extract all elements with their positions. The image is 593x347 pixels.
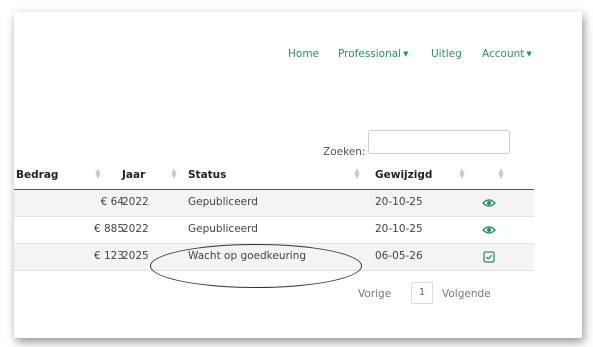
- navbar: Home Professional ▼ Uitleg Account ▼: [14, 48, 582, 64]
- cell-gewijzigd: 20-10-25: [375, 223, 423, 235]
- eye-icon[interactable]: [482, 196, 496, 210]
- sort-icon[interactable]: ▲ ▼: [497, 168, 505, 180]
- cell-jaar: 2025: [122, 250, 149, 262]
- column-header-gewijzigd[interactable]: Gewijzigd: [375, 169, 432, 181]
- edit-check-icon[interactable]: [482, 250, 496, 264]
- row-divider: [14, 270, 534, 271]
- sort-icon[interactable]: ▲ ▼: [170, 168, 178, 180]
- nav-uitleg-link[interactable]: Uitleg: [431, 48, 462, 60]
- cell-jaar: 2022: [122, 196, 149, 208]
- column-header-bedrag[interactable]: Bedrag: [16, 169, 58, 181]
- page-card: Home Professional ▼ Uitleg Account ▼ Zoeke…: [14, 12, 582, 338]
- table-row: € 885 2022 Gepubliceerd 20-10-25: [14, 217, 534, 243]
- sort-icon[interactable]: ▲ ▼: [353, 168, 361, 180]
- pagination-next[interactable]: Volgende: [442, 288, 491, 300]
- cell-bedrag: € 64: [100, 196, 124, 208]
- sort-icon[interactable]: ▲ ▼: [94, 168, 102, 180]
- sort-icon[interactable]: ▲ ▼: [458, 168, 466, 180]
- caret-down-icon: ▼: [403, 50, 409, 58]
- search-label: Zoeken:: [323, 146, 366, 158]
- column-header-jaar[interactable]: Jaar: [122, 169, 145, 181]
- cell-jaar: 2022: [122, 223, 149, 235]
- nav-account-dropdown[interactable]: Account ▼: [482, 48, 532, 60]
- cell-gewijzigd: 20-10-25: [375, 196, 423, 208]
- cell-status: Gepubliceerd: [188, 223, 258, 235]
- pagination-page-button[interactable]: 1: [411, 282, 433, 304]
- nav-professional-label: Professional: [338, 48, 402, 60]
- table-row: € 123 2025 Wacht op goedkeuring 06-05-26: [14, 244, 534, 270]
- nav-professional-dropdown[interactable]: Professional ▼: [338, 48, 409, 60]
- cell-status: Wacht op goedkeuring: [188, 250, 307, 262]
- search-input[interactable]: [368, 130, 510, 154]
- cell-status: Gepubliceerd: [188, 196, 258, 208]
- cell-bedrag: € 123: [93, 250, 124, 262]
- cell-bedrag: € 885: [93, 223, 124, 235]
- column-header-status[interactable]: Status: [188, 169, 226, 181]
- eye-icon[interactable]: [482, 223, 496, 237]
- caret-down-icon: ▼: [526, 50, 532, 58]
- cell-gewijzigd: 06-05-26: [375, 250, 423, 262]
- table-row: € 64 2022 Gepubliceerd 20-10-25: [14, 190, 534, 216]
- pagination-previous[interactable]: Vorige: [358, 288, 391, 300]
- nav-home-link[interactable]: Home: [288, 48, 319, 60]
- nav-account-label: Account: [482, 48, 525, 60]
